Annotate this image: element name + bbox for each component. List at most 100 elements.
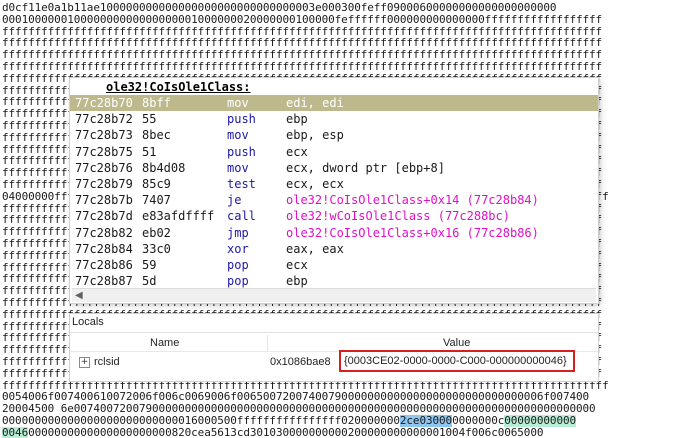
instruction-address: 77c28b7d	[75, 209, 133, 224]
disasm-row[interactable]: 77c28b82 eb02 jmp ole32!CoIsOle1Class+0x16 …	[70, 225, 598, 241]
instruction-mnemonic: pop	[227, 274, 249, 289]
instruction-bytes: 8b4d08	[142, 160, 186, 175]
hex-line: 0054006f007400610072006f006c0069006f0065…	[2, 391, 690, 403]
instruction-operands: ebp	[286, 112, 308, 127]
instruction-bytes: 59	[142, 257, 157, 272]
disasm-row[interactable]: 77c28b84 33c0 xor eax, eax	[70, 241, 598, 257]
instruction-symbol-link[interactable]: ole32!wCoIsOle1Class (77c288bc)	[286, 208, 510, 224]
instruction-bytes: e83afdffff	[142, 209, 215, 224]
hex-line: 000000000000000000000000000016000500ffff…	[2, 414, 690, 427]
disasm-row-selected[interactable]: 77c28b70 8bff mov edi, edi	[70, 95, 598, 112]
instruction-address: 77c28b70	[75, 96, 133, 110]
horizontal-scrollbar[interactable]: ◀	[72, 288, 596, 302]
disassembly-list: 77c28b70 8bff mov edi, edi 77c28b72 55 push ebp…	[70, 95, 598, 289]
variable-name: rclsid	[94, 356, 120, 368]
hex-text: 000000000000000000000000000016000500ffff…	[2, 414, 400, 427]
variable-value-highlighted[interactable]: {0003CE02-0000-0000-C000-000000000046}	[339, 350, 575, 372]
instruction-bytes: 7407	[142, 193, 171, 208]
instruction-bytes: 85c9	[142, 176, 171, 191]
instruction-address: 77c28b84	[75, 241, 133, 256]
instruction-bytes: eb02	[142, 225, 171, 240]
hex-line: ffffffffffffffffffffffffffffffffffffffff…	[2, 61, 690, 73]
instruction-mnemonic: mov	[227, 96, 249, 110]
instruction-operands: ecx, dword ptr [ebp+8]	[286, 160, 445, 175]
hex-line: ffffffffffffffffffffffffffffffffffffffff…	[2, 26, 690, 38]
instruction-symbol-link[interactable]: ole32!CoIsOle1Class+0x16 (77c28b86)	[286, 225, 539, 241]
disasm-row[interactable]: 77c28b75 51 push ecx	[70, 144, 598, 160]
instruction-address: 77c28b87	[75, 274, 133, 289]
hex-text: 0001000000100000000000000000010000000200…	[2, 13, 603, 26]
instruction-mnemonic: push	[227, 112, 256, 127]
column-header-name[interactable]: Name	[150, 337, 179, 349]
instruction-mnemonic: call	[227, 209, 256, 224]
disasm-row[interactable]: 77c28b7b 7407 je ole32!CoIsOle1Class+0x14 (…	[70, 192, 598, 208]
instruction-address: 77c28b72	[75, 112, 133, 127]
hex-text: 20004500 6e00740072007900000000000000000…	[2, 403, 596, 415]
locals-window: Locals Name Value + rclsid 0x1086bae8 {0…	[70, 314, 598, 381]
instruction-bytes: 5d	[142, 274, 157, 289]
disasm-row[interactable]: 77c28b72 55 push ebp	[70, 111, 598, 127]
scroll-left-arrow-icon[interactable]: ◀	[75, 289, 85, 302]
hex-text: 0000000000000000000000820cea5613cd301030…	[28, 426, 544, 438]
hex-line: ffffffffffffffffffffffffffffffffffffffff…	[2, 380, 690, 392]
instruction-symbol-link[interactable]: ole32!CoIsOle1Class+0x14 (77c28b84)	[286, 192, 539, 208]
instruction-operands: ecx	[286, 144, 308, 159]
disasm-row[interactable]: 77c28b73 8bec mov ebp, esp	[70, 127, 598, 143]
instruction-bytes: 8bff	[142, 96, 171, 110]
instruction-mnemonic: test	[227, 176, 256, 191]
column-header-value[interactable]: Value	[443, 337, 470, 349]
hex-line: 20004500 6e00740072007900000000000000000…	[2, 403, 690, 415]
instruction-address: 77c28b7b	[75, 193, 133, 208]
instruction-address: 77c28b73	[75, 128, 133, 143]
instruction-mnemonic: jmp	[227, 225, 249, 240]
hex-text: ffffffffffffffffffffffffffffffffffffffff…	[2, 37, 603, 50]
disasm-row[interactable]: 77c28b79 85c9 test ecx, ecx	[70, 176, 598, 192]
hex-highlight-green: 0046	[2, 426, 29, 438]
hex-text: 0054006f007400610072006f006c0069006f0065…	[2, 391, 590, 404]
disasm-row[interactable]: 77c28b7d e83afdffff call ole32!wCoIsOle1Cla…	[70, 208, 598, 224]
instruction-operands: eax, eax	[286, 241, 344, 256]
disasm-row[interactable]: 77c28b76 8b4d08 mov ecx, dword ptr [ebp+8]	[70, 160, 598, 176]
instruction-address: 77c28b76	[75, 160, 133, 175]
disasm-row[interactable]: 77c28b86 59 pop ecx	[70, 257, 598, 273]
hex-line: ffffffffffffffffffffffffffffffffffffffff…	[2, 49, 690, 61]
instruction-address: 77c28b86	[75, 257, 133, 272]
hex-text: ffffffffffffffffffffffffffffffffffffffff…	[2, 49, 603, 61]
instruction-bytes: 33c0	[142, 241, 171, 256]
column-divider[interactable]	[267, 335, 268, 351]
hex-line: ffffffffffffffffffffffffffffffffffffffff…	[2, 37, 690, 49]
hex-text: ffffffffffffffffffffffffffffffffffffffff…	[2, 379, 609, 392]
hex-text: ffffffffffffffffffffffffffffffffffffffff…	[2, 25, 603, 38]
instruction-mnemonic: xor	[227, 241, 249, 256]
instruction-bytes: 55	[142, 112, 157, 127]
instruction-bytes: 51	[142, 144, 157, 159]
instruction-bytes: 8bec	[142, 128, 171, 143]
hex-highlight-green: 00000000000	[504, 414, 577, 427]
disasm-row[interactable]: 77c28b87 5d pop ebp	[70, 273, 598, 289]
instruction-operands: ecx, ecx	[286, 176, 344, 191]
instruction-address: 77c28b82	[75, 225, 133, 240]
instruction-address: 77c28b75	[75, 144, 133, 159]
instruction-operands: edi, edi	[286, 96, 344, 110]
hex-line: 00460000000000000000000000820cea5613cd30…	[2, 426, 690, 438]
hex-text: 0000000c	[452, 414, 505, 427]
local-variable-row[interactable]: + rclsid 0x1086bae8 {0003CE02-0000-0000-…	[70, 350, 598, 373]
instruction-mnemonic: push	[227, 144, 256, 159]
hex-line: 0001000000100000000000000000010000000200…	[2, 14, 690, 26]
hex-line: d0cf11e0a1b11ae1000000000000000000000000…	[2, 2, 690, 14]
disassembly-popup: ole32!CoIsOle1Class: 77c28b70 8bff mov edi,…	[70, 78, 598, 303]
expand-plus-icon[interactable]: +	[79, 357, 90, 368]
instruction-operands: ebp	[286, 274, 308, 289]
instruction-address: 77c28b79	[75, 176, 133, 191]
instruction-mnemonic: pop	[227, 257, 249, 272]
locals-title: Locals	[72, 316, 104, 328]
instruction-operands: ecx	[286, 257, 308, 272]
instruction-mnemonic: mov	[227, 128, 249, 143]
function-title: ole32!CoIsOle1Class:	[106, 80, 251, 94]
hex-text: ffffffffffffffffffffffffffffffffffffffff…	[2, 60, 603, 73]
hex-text: d0cf11e0a1b11ae1000000000000000000000000…	[2, 2, 557, 14]
locals-divider	[70, 332, 598, 333]
instruction-mnemonic: je	[227, 193, 242, 208]
variable-address: 0x1086bae8	[270, 356, 331, 368]
hex-highlight-blue: 2ce03000	[399, 414, 453, 427]
